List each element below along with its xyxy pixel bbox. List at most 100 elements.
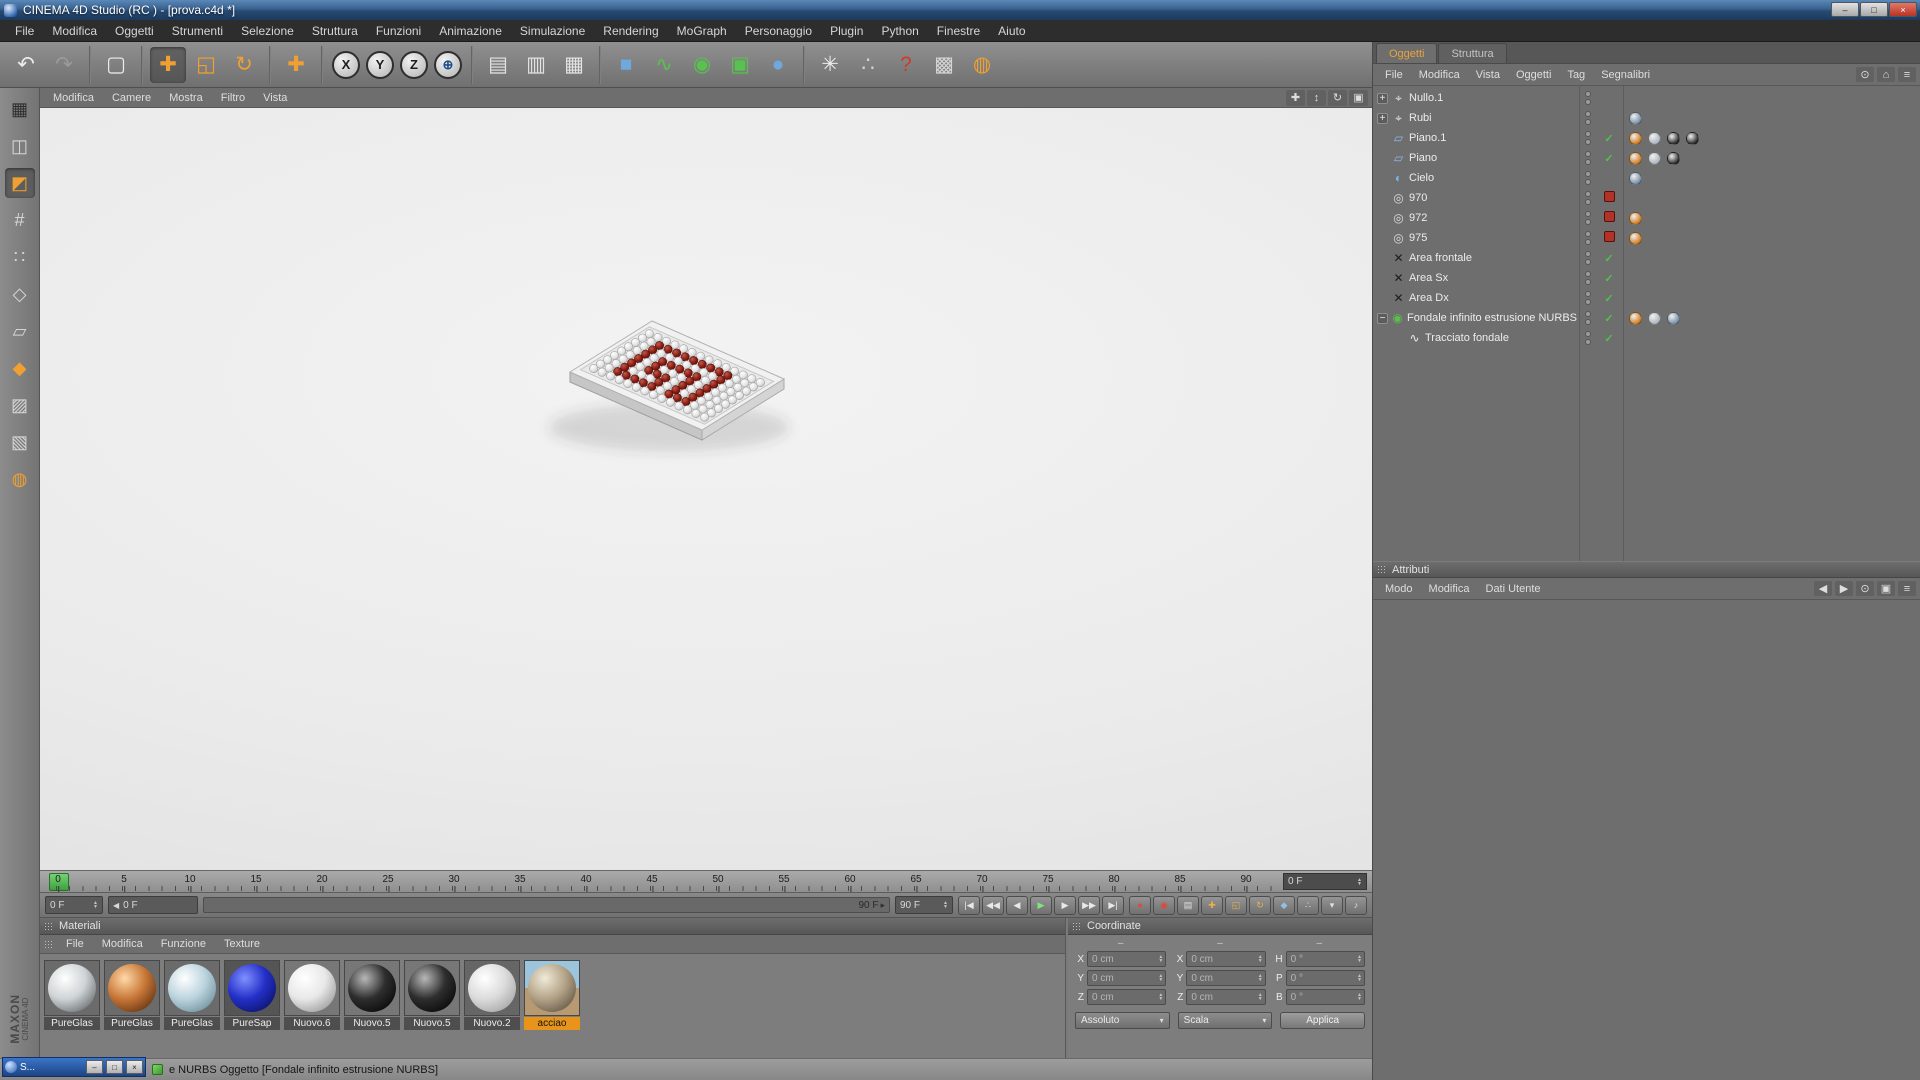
autokeying-button[interactable]: ◉: [1153, 896, 1175, 915]
texture-photo-tag[interactable]: [1629, 112, 1642, 125]
object-row[interactable]: +⌖Rubi: [1373, 108, 1920, 128]
render-visibility-dot[interactable]: [1585, 139, 1591, 145]
render-visibility-dot[interactable]: [1585, 299, 1591, 305]
enable-snap-button[interactable]: ◆: [5, 353, 35, 383]
lock-icon[interactable]: ▣: [1877, 581, 1895, 596]
object-row[interactable]: ✕Area Sx✓: [1373, 268, 1920, 288]
workplane-mode-button[interactable]: #: [5, 205, 35, 235]
enable-toggle[interactable]: ✓: [1601, 252, 1617, 265]
enable-toggle[interactable]: ✓: [1601, 332, 1617, 345]
texture-dark-tag[interactable]: [1667, 152, 1680, 165]
materials-menu-modifica[interactable]: Modifica: [93, 936, 152, 952]
visibility-dots[interactable]: [1585, 251, 1591, 265]
range-end-stepper-icon[interactable]: ▲▼: [943, 901, 948, 909]
enable-toggle[interactable]: ✓: [1601, 292, 1617, 305]
coordinate-input[interactable]: 0 cm▲▼: [1087, 951, 1166, 967]
playback-mode-button[interactable]: ▾: [1321, 896, 1343, 915]
live-selection-button[interactable]: ▢: [98, 47, 134, 83]
texture-dark-tag[interactable]: [1667, 132, 1680, 145]
objects-menu-tag[interactable]: Tag: [1559, 67, 1593, 83]
stepper-arrows-icon[interactable]: ▲▼: [1258, 974, 1263, 982]
key-parameter-button[interactable]: ◆: [1273, 896, 1295, 915]
panel-grip-icon[interactable]: [44, 940, 53, 949]
filter-icon[interactable]: ≡: [1898, 67, 1916, 82]
key-rotation-button[interactable]: ↻: [1249, 896, 1271, 915]
enable-toggle[interactable]: ✓: [1601, 152, 1617, 165]
material-item[interactable]: Nuovo.6: [284, 960, 340, 1030]
window-titlebar[interactable]: CINEMA 4D Studio (RC ) - [prova.c4d *] –…: [0, 0, 1920, 20]
editor-visibility-dot[interactable]: [1585, 311, 1591, 317]
editor-visibility-dot[interactable]: [1585, 151, 1591, 157]
objects-menu-modifica[interactable]: Modifica: [1411, 67, 1468, 83]
panel-grip-icon[interactable]: [1377, 565, 1386, 574]
make-editable-button[interactable]: ▦: [5, 94, 35, 124]
mini-minimize-button[interactable]: –: [86, 1060, 103, 1074]
object-row[interactable]: ✕Area Dx✓: [1373, 288, 1920, 308]
texture-dark-tag[interactable]: [1686, 132, 1699, 145]
key-scale-button[interactable]: ◱: [1225, 896, 1247, 915]
current-frame-field[interactable]: 0 F ▲▼: [1283, 873, 1367, 890]
enable-toggle[interactable]: ✓: [1601, 132, 1617, 145]
texture-orange-tag[interactable]: [1629, 232, 1642, 245]
add-mograph-button[interactable]: ▩: [926, 47, 962, 83]
object-row[interactable]: ∿Tracciato fondale✓: [1373, 328, 1920, 348]
texture-photo-tag[interactable]: [1629, 172, 1642, 185]
render-visibility-dot[interactable]: [1585, 219, 1591, 225]
lock-z-axis-button[interactable]: Z: [400, 51, 428, 79]
scale-tool-button[interactable]: ◱: [188, 47, 224, 83]
visibility-dots[interactable]: [1585, 131, 1591, 145]
phong-tag[interactable]: [1648, 152, 1661, 165]
tab-struttura[interactable]: Struttura: [1438, 43, 1506, 63]
timeline-ruler[interactable]: 051015202530354045505560657075808590 0 F…: [40, 870, 1372, 893]
object-row[interactable]: +⌖Nullo.1: [1373, 88, 1920, 108]
stepper-arrows-icon[interactable]: ▲▼: [1357, 955, 1362, 963]
polygons-mode-button[interactable]: ▱: [5, 316, 35, 346]
coordinate-mode-dropdown[interactable]: Assoluto: [1075, 1012, 1170, 1029]
coordinate-input[interactable]: 0 cm▲▼: [1186, 989, 1265, 1005]
key-point-level-button[interactable]: ∴: [1297, 896, 1319, 915]
menu-animazione[interactable]: Animazione: [430, 21, 511, 41]
render-visibility-dot[interactable]: [1585, 159, 1591, 165]
help-button[interactable]: ?: [888, 47, 924, 83]
coordinate-column-header[interactable]: –: [1075, 938, 1166, 951]
objects-menu-vista[interactable]: Vista: [1468, 67, 1508, 83]
menu-simulazione[interactable]: Simulazione: [511, 21, 594, 41]
viewport-menu-modifica[interactable]: Modifica: [44, 90, 103, 106]
material-item[interactable]: acciao: [524, 960, 580, 1030]
points-mode-button[interactable]: ∷: [5, 242, 35, 272]
render-visibility-dot[interactable]: [1585, 239, 1591, 245]
texture-photo-tag[interactable]: [1667, 312, 1680, 325]
render-visibility-dot[interactable]: [1585, 179, 1591, 185]
range-start-spinner[interactable]: 0 F ▲▼: [45, 896, 103, 914]
object-row[interactable]: ◐Cielo: [1373, 168, 1920, 188]
stepper-arrows-icon[interactable]: ▲▼: [1258, 993, 1263, 1001]
visibility-dots[interactable]: [1585, 291, 1591, 305]
phong-tag[interactable]: [1648, 312, 1661, 325]
texture-mode-button[interactable]: ◩: [5, 168, 35, 198]
maximize-button[interactable]: □: [1860, 2, 1888, 17]
zoom-view-icon[interactable]: ↕: [1307, 90, 1326, 106]
texture-axis-mode-button[interactable]: ▨: [5, 390, 35, 420]
key-position-button[interactable]: ✚: [1201, 896, 1223, 915]
add-modeling-object-button[interactable]: ▣: [722, 47, 758, 83]
materials-panel-header[interactable]: Materiali: [40, 918, 1065, 935]
enable-toggle[interactable]: ✓: [1601, 312, 1617, 325]
materials-menu-funzione[interactable]: Funzione: [152, 936, 215, 952]
viewport-3d-object[interactable]: [40, 108, 1372, 870]
coordinate-input[interactable]: 0 °▲▼: [1286, 989, 1365, 1005]
material-item[interactable]: PureGlas: [104, 960, 160, 1030]
rotate-tool-button[interactable]: ↻: [226, 47, 262, 83]
transport-goto-start-button[interactable]: |◀: [958, 896, 980, 915]
record-active-objects-button[interactable]: ●: [1129, 896, 1151, 915]
editor-visibility-dot[interactable]: [1585, 111, 1591, 117]
tree-expander[interactable]: +: [1377, 93, 1388, 104]
rotate-view-icon[interactable]: ↻: [1328, 90, 1347, 106]
stepper-arrows-icon[interactable]: ▲▼: [1158, 955, 1163, 963]
stepper-arrows-icon[interactable]: ▲▼: [1357, 974, 1362, 982]
viewport-menu-camere[interactable]: Camere: [103, 90, 160, 106]
stepper-arrows-icon[interactable]: ▲▼: [1357, 993, 1362, 1001]
render-visibility-dot[interactable]: [1585, 279, 1591, 285]
visibility-dots[interactable]: [1585, 191, 1591, 205]
current-marker-field[interactable]: ◀ 0 F: [108, 896, 198, 914]
transport-next-key-button[interactable]: ▶▶: [1078, 896, 1100, 915]
